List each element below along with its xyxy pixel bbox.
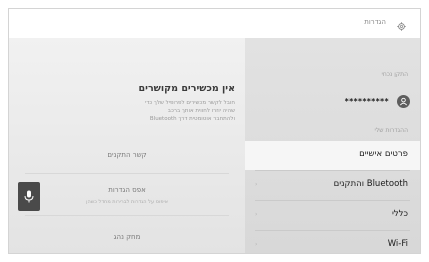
screen-content: אין מכשירים מקושרים חובל לקשר מכשירים לפ… xyxy=(9,38,420,253)
avatar[interactable] xyxy=(397,95,410,108)
chevron-left-icon: ‹ xyxy=(255,181,258,188)
main-panel: אין מכשירים מקושרים חובל לקשר מכשירים לפ… xyxy=(9,38,245,253)
current-device-label: התקן נכחי xyxy=(381,71,409,78)
reset-settings-label: אפס הגדרות xyxy=(108,186,146,194)
sidebar-item-label: כללי xyxy=(391,209,408,219)
divider xyxy=(25,173,229,174)
reset-settings-sub: איפוס על הגדרות לברירות מחדל כשהן xyxy=(86,199,168,205)
delete-driver-button[interactable]: מחק נהג xyxy=(9,223,245,253)
microphone-icon xyxy=(24,190,34,203)
settings-header: הגדרות xyxy=(245,9,420,38)
desc-line: חובל לקשר מכשירים לפרופיל שלך כדי xyxy=(145,100,235,106)
desc-line: ולהתחבר אוטומטית דרך Bluetooth xyxy=(149,116,235,122)
divider xyxy=(25,215,229,216)
sidebar-item-label: Wi-Fi xyxy=(387,239,408,249)
sidebar-item-personal-details[interactable]: פרטים אישיים xyxy=(245,141,420,170)
gear-icon[interactable] xyxy=(397,16,406,31)
delete-driver-label: מחק נהג xyxy=(113,233,141,241)
sidebar-item-bluetooth[interactable]: Bluetooth והתקנים ‹ xyxy=(245,171,420,200)
sidebar-item-wifi[interactable]: Wi-Fi ‹ xyxy=(245,231,420,253)
screen-frame: הגדרות אין מכשירים מקושרים חובל לקשר מכש… xyxy=(8,8,421,254)
my-settings-label: ההגדרות שלי xyxy=(374,127,408,134)
sidebar-item-label: Bluetooth והתקנים xyxy=(333,179,408,189)
page-title: הגדרות xyxy=(364,18,386,26)
chevron-left-icon: ‹ xyxy=(255,211,258,218)
person-icon xyxy=(400,97,407,106)
password-mask: ********** xyxy=(344,97,389,106)
sidebar: התקן נכחי ********** ההגדרות שלי פרטים א… xyxy=(245,38,420,253)
sidebar-item-label: פרטים אישיים xyxy=(359,149,408,159)
desc-line: שהיה יוזרו לחווית אותך ברכב xyxy=(167,108,235,114)
no-devices-title: אין מכשירים מקושרים xyxy=(138,83,235,94)
sidebar-item-general[interactable]: כללי ‹ xyxy=(245,201,420,230)
voice-assistant-button[interactable] xyxy=(18,182,40,211)
chevron-left-icon: ‹ xyxy=(255,241,258,248)
reset-settings-button[interactable]: אפס הגדרות איפוס על הגדרות לברירות מחדל … xyxy=(9,176,245,206)
link-devices-label: קשר התקנים xyxy=(107,151,147,159)
link-devices-button[interactable]: קשר התקנים xyxy=(9,141,245,171)
